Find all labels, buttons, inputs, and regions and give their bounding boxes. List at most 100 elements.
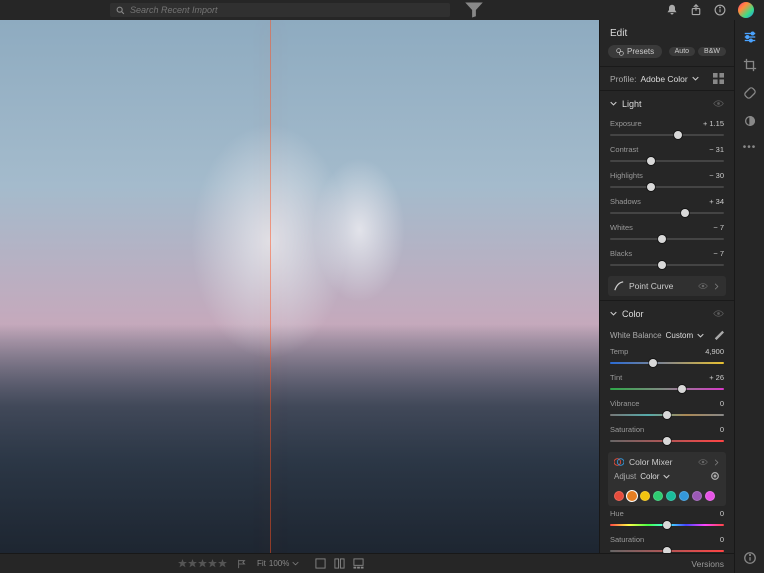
single-view-icon[interactable] xyxy=(315,558,326,569)
bell-icon[interactable] xyxy=(666,4,678,16)
star-icon[interactable] xyxy=(218,559,227,568)
color-swatch[interactable] xyxy=(666,491,676,501)
slider-track[interactable] xyxy=(610,130,724,140)
mixer-color-swatches xyxy=(614,491,720,501)
slider-hue[interactable]: Hue0 xyxy=(600,506,734,532)
slider-value: − 7 xyxy=(713,249,724,258)
profile-row[interactable]: Profile: Adobe Color xyxy=(600,66,734,90)
edit-title: Edit xyxy=(600,20,734,45)
slider-shadows[interactable]: Shadows+ 34 xyxy=(600,194,734,220)
presets-button[interactable]: Presets xyxy=(608,45,662,58)
color-swatch[interactable] xyxy=(692,491,702,501)
adjust-row[interactable]: Adjust Color xyxy=(614,467,720,485)
slider-thumb[interactable] xyxy=(681,209,689,217)
color-swatch[interactable] xyxy=(627,491,637,501)
slider-vibrance[interactable]: Vibrance0 xyxy=(600,396,734,422)
slider-track[interactable] xyxy=(610,156,724,166)
slider-thumb[interactable] xyxy=(647,183,655,191)
filter-button[interactable] xyxy=(464,3,484,17)
light-section-header[interactable]: Light xyxy=(600,90,734,116)
slider-temp[interactable]: Temp4,900 xyxy=(600,344,734,370)
versions-button[interactable]: Versions xyxy=(599,553,734,573)
edit-panel: Edit Presets Auto B&W Profile: Adobe Col… xyxy=(599,20,734,573)
chevron-down-icon xyxy=(697,332,704,339)
bw-button[interactable]: B&W xyxy=(698,47,726,56)
slider-track[interactable] xyxy=(610,436,724,446)
light-title: Light xyxy=(622,99,642,109)
slider-thumb[interactable] xyxy=(663,521,671,529)
search-input[interactable] xyxy=(130,5,444,15)
rating-stars[interactable] xyxy=(178,559,227,568)
healing-icon[interactable] xyxy=(743,86,757,100)
slider-thumb[interactable] xyxy=(663,437,671,445)
slider-highlights[interactable]: Highlights− 30 xyxy=(600,168,734,194)
star-icon[interactable] xyxy=(198,559,207,568)
compare-view-icon[interactable] xyxy=(334,558,345,569)
slider-value: + 26 xyxy=(709,373,724,382)
eye-icon[interactable] xyxy=(713,98,724,109)
slider-tint[interactable]: Tint+ 26 xyxy=(600,370,734,396)
image-viewport[interactable] xyxy=(0,20,599,573)
slider-track[interactable] xyxy=(610,182,724,192)
profile-value: Adobe Color xyxy=(640,74,687,84)
slider-track[interactable] xyxy=(610,410,724,420)
eyedropper-icon[interactable] xyxy=(714,330,724,340)
search-field[interactable] xyxy=(110,3,450,17)
slider-track[interactable] xyxy=(610,260,724,270)
slider-thumb[interactable] xyxy=(663,411,671,419)
point-curve-button[interactable]: Point Curve xyxy=(608,276,726,296)
eye-icon[interactable] xyxy=(713,308,724,319)
white-balance-row[interactable]: White Balance Custom xyxy=(600,326,734,344)
color-swatch[interactable] xyxy=(614,491,624,501)
edit-sliders-icon[interactable] xyxy=(743,30,757,44)
slider-thumb[interactable] xyxy=(674,131,682,139)
filmstrip-icon[interactable] xyxy=(353,558,364,569)
color-swatch[interactable] xyxy=(640,491,650,501)
star-icon[interactable] xyxy=(178,559,187,568)
slider-exposure[interactable]: Exposure+ 1.15 xyxy=(600,116,734,142)
info-icon[interactable] xyxy=(714,4,726,16)
profile-grid-icon[interactable] xyxy=(713,73,724,84)
eye-icon[interactable] xyxy=(698,457,708,467)
crop-icon[interactable] xyxy=(743,58,757,72)
slider-whites[interactable]: Whites− 7 xyxy=(600,220,734,246)
color-swatch[interactable] xyxy=(679,491,689,501)
slider-value: − 7 xyxy=(713,223,724,232)
slider-track[interactable] xyxy=(610,520,724,530)
slider-label: Shadows xyxy=(610,197,641,206)
slider-track[interactable] xyxy=(610,384,724,394)
slider-blacks[interactable]: Blacks − 7 xyxy=(600,246,734,272)
wb-label: White Balance xyxy=(610,331,662,340)
slider-thumb[interactable] xyxy=(658,235,666,243)
color-swatch[interactable] xyxy=(653,491,663,501)
slider-track[interactable] xyxy=(610,208,724,218)
flag-icon[interactable] xyxy=(237,559,247,569)
cloud-sync-icon[interactable] xyxy=(738,2,754,18)
slider-label: Blacks xyxy=(610,249,632,258)
slider-contrast[interactable]: Contrast− 31 xyxy=(600,142,734,168)
target-adjust-icon[interactable] xyxy=(710,471,720,481)
info-icon[interactable] xyxy=(743,551,757,565)
fit-label: Fit xyxy=(257,559,266,568)
color-mixer-header[interactable]: Color Mixer xyxy=(614,457,720,467)
slider-thumb[interactable] xyxy=(647,157,655,165)
slider-track[interactable] xyxy=(610,234,724,244)
slider-value: 0 xyxy=(720,425,724,434)
slider-thumb[interactable] xyxy=(678,385,686,393)
star-icon[interactable] xyxy=(208,559,217,568)
color-section-header[interactable]: Color xyxy=(600,300,734,326)
more-tools-icon[interactable]: ••• xyxy=(743,142,757,153)
zoom-control[interactable]: Fit 100% xyxy=(257,559,299,568)
color-swatch[interactable] xyxy=(705,491,715,501)
zoom-value: 100% xyxy=(269,559,289,568)
slider-label: Exposure xyxy=(610,119,642,128)
star-icon[interactable] xyxy=(188,559,197,568)
eye-icon[interactable] xyxy=(698,281,708,291)
slider-track[interactable] xyxy=(610,358,724,368)
auto-button[interactable]: Auto xyxy=(669,47,695,56)
share-icon[interactable] xyxy=(690,4,702,16)
slider-thumb[interactable] xyxy=(649,359,657,367)
mask-icon[interactable] xyxy=(743,114,757,128)
slider-saturation[interactable]: Saturation0 xyxy=(600,422,734,448)
slider-thumb[interactable] xyxy=(658,261,666,269)
